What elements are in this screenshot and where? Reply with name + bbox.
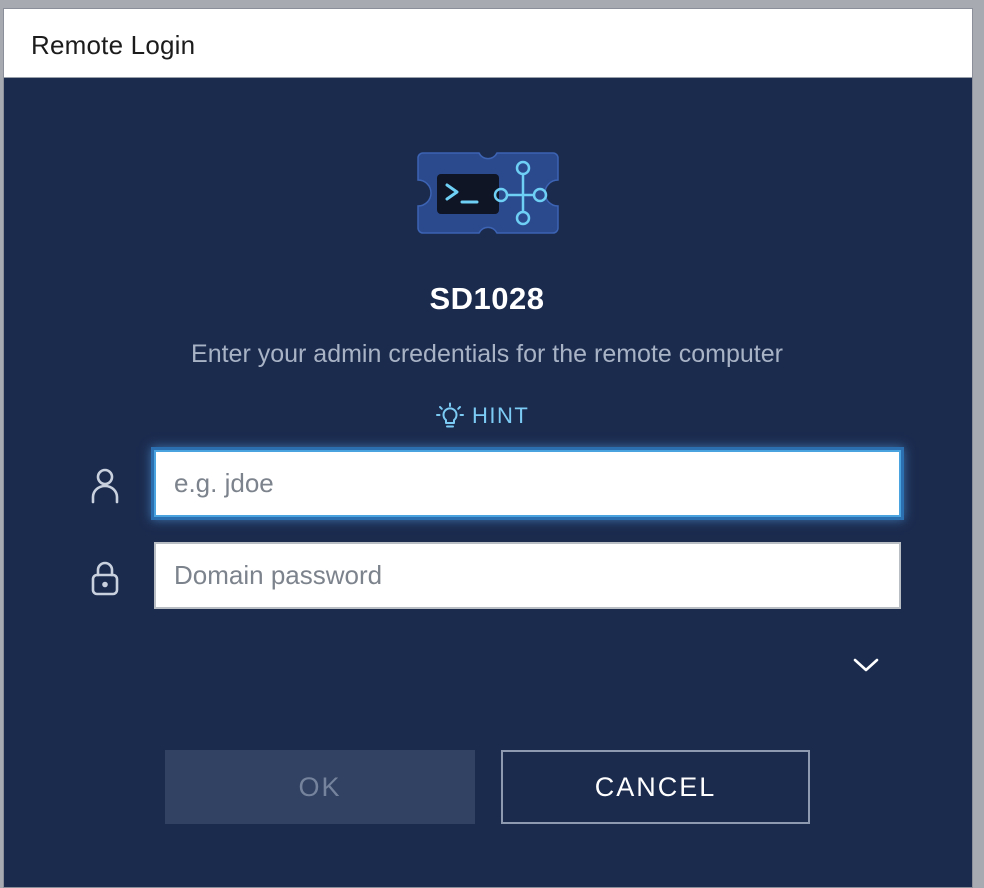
instruction-text: Enter your admin credentials for the rem… [191, 340, 783, 368]
username-field[interactable] [154, 450, 901, 517]
cancel-button[interactable]: CANCEL [501, 750, 810, 824]
hint-link[interactable]: HINT [436, 400, 529, 432]
host-name: SD1028 [429, 281, 545, 316]
lock-icon [91, 561, 119, 596]
hint-label: HINT [472, 403, 530, 428]
chevron-down-icon[interactable] [850, 652, 882, 676]
window-title: Remote Login [31, 30, 196, 60]
ok-button[interactable]: OK [165, 750, 475, 824]
lightbulb-icon [436, 402, 464, 428]
password-field[interactable] [154, 542, 901, 609]
remote-login-window: Remote Login SD1028 Enter your admin cre… [3, 8, 973, 888]
remote-terminal-network-icon [417, 152, 559, 234]
person-icon [91, 468, 119, 504]
title-bar: Remote Login [4, 9, 972, 78]
